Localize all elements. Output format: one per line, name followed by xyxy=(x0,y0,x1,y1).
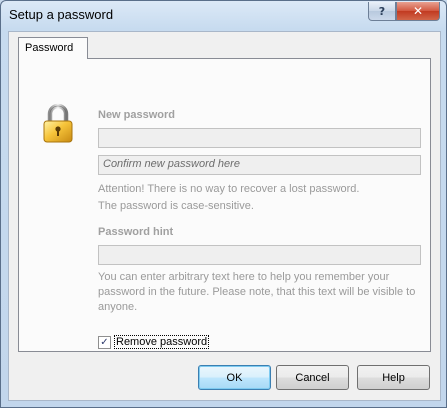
password-hint-label: Password hint xyxy=(98,226,174,238)
new-password-input[interactable] xyxy=(98,128,421,148)
padlock-icon xyxy=(43,103,73,143)
close-button[interactable]: ✕ xyxy=(396,2,440,21)
hint-note-line-3: anyone. xyxy=(98,301,138,313)
ok-button[interactable]: OK xyxy=(198,365,271,390)
tab-password[interactable]: Password xyxy=(18,37,88,59)
cancel-button[interactable]: Cancel xyxy=(276,365,349,390)
hint-note-line-2: password in the future. Please note, tha… xyxy=(98,286,416,298)
remove-password-label[interactable]: Remove password xyxy=(114,335,210,349)
dialog-body: Password New password Confirm new passwo… xyxy=(8,31,441,401)
remove-password-option[interactable]: ✓ Remove password xyxy=(98,335,210,349)
new-password-label: New password xyxy=(98,109,176,121)
password-tab-panel: New password Confirm new password here A… xyxy=(18,58,431,352)
help-title-button[interactable]: ? xyxy=(368,2,396,21)
password-hint-input[interactable] xyxy=(98,245,421,265)
help-button[interactable]: Help xyxy=(357,365,430,390)
attention-note: Attention! There is no way to recover a … xyxy=(98,183,360,195)
title-bar[interactable]: Setup a password ? ✕ xyxy=(1,1,446,31)
remove-password-checkbox[interactable]: ✓ xyxy=(98,335,111,349)
hint-note-line-1: You can enter arbitrary text here to hel… xyxy=(98,271,390,283)
case-sensitive-note: The password is case-sensitive. xyxy=(98,200,254,212)
window-title: Setup a password xyxy=(9,7,114,22)
setup-password-dialog: Setup a password ? ✕ Password New passwo… xyxy=(0,0,447,408)
confirm-password-input[interactable]: Confirm new password here xyxy=(98,155,421,175)
